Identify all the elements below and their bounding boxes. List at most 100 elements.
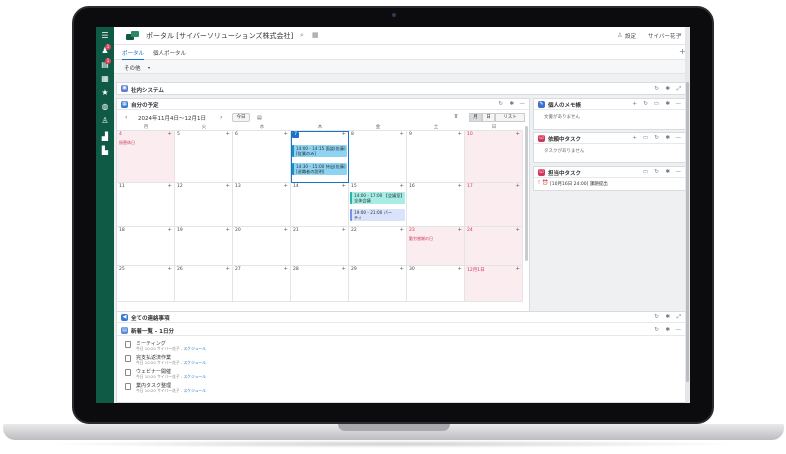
- settings-link[interactable]: 設定: [625, 32, 636, 40]
- add-icon[interactable]: +: [632, 101, 637, 107]
- add-event-icon[interactable]: +: [457, 131, 462, 138]
- add-event-icon[interactable]: +: [283, 227, 288, 234]
- day-cell[interactable]: 22 +: [349, 227, 407, 266]
- popup-icon[interactable]: ▭: [654, 101, 659, 107]
- day-cell[interactable]: 28 +: [291, 266, 349, 302]
- tab-personal-portal[interactable]: 個人ポータル: [153, 49, 186, 57]
- gear-icon[interactable]: ✱: [665, 101, 670, 107]
- next-period-icon[interactable]: ›: [220, 114, 222, 121]
- add-event-icon[interactable]: +: [225, 266, 230, 273]
- day-cell[interactable]: 9 +: [407, 131, 465, 183]
- refresh-icon[interactable]: ↻: [498, 101, 503, 107]
- page-scroll-thumb[interactable]: [686, 82, 689, 382]
- minimize-icon[interactable]: —: [676, 327, 682, 333]
- minimize-icon[interactable]: —: [676, 169, 682, 175]
- add-event-icon[interactable]: +: [515, 266, 520, 273]
- day-cell[interactable]: 29 +: [349, 266, 407, 302]
- assigned-task-item[interactable]: [10月16日 24:00] 課題提出: [550, 181, 608, 187]
- chevron-down-icon[interactable]: ▾: [679, 32, 682, 38]
- building-icon[interactable]: ▟: [100, 132, 110, 141]
- day-cell[interactable]: 10 +: [465, 131, 523, 183]
- day-cell[interactable]: 18 +: [117, 227, 175, 266]
- add-event-icon[interactable]: +: [515, 131, 520, 138]
- day-cell[interactable]: 21 +: [291, 227, 349, 266]
- add-event-icon[interactable]: +: [399, 266, 404, 273]
- expand-icon[interactable]: ⤢: [677, 314, 681, 321]
- gear-icon[interactable]: ✱: [665, 169, 670, 175]
- dropdown-chevron-icon[interactable]: ▾: [148, 65, 150, 70]
- add-event-icon[interactable]: +: [167, 183, 172, 190]
- add-event-icon[interactable]: +: [283, 183, 288, 190]
- refresh-icon[interactable]: ↻: [654, 314, 659, 320]
- add-event-icon[interactable]: +: [399, 227, 404, 234]
- gear-icon[interactable]: ✱: [665, 327, 670, 333]
- day-cell[interactable]: 30 +: [407, 266, 465, 302]
- day-cell[interactable]: 17 +: [465, 183, 523, 227]
- calendar-event[interactable]: 14:30 - 15:00 持出(佐藤) [退職者の説明]: [292, 163, 347, 176]
- print-icon[interactable]: ▤: [257, 115, 262, 121]
- add-event-icon[interactable]: +: [341, 266, 346, 273]
- day-cell[interactable]: 8 +: [349, 131, 407, 183]
- add-event-icon[interactable]: +: [225, 183, 230, 190]
- day-cell[interactable]: 12月1日 +: [465, 266, 523, 302]
- day-cell[interactable]: 27 +: [233, 266, 291, 302]
- search-icon[interactable]: ⌕: [300, 31, 304, 40]
- news-item[interactable]: ミーティング 今日 10:20 サイバー花子 - スケジュール: [125, 340, 325, 352]
- day-cell[interactable]: 16 +: [407, 183, 465, 227]
- day-cell[interactable]: 6 +: [233, 131, 291, 183]
- add-event-icon[interactable]: +: [167, 131, 172, 138]
- day-cell[interactable]: 12 +: [175, 183, 233, 227]
- add-event-icon[interactable]: +: [457, 266, 462, 273]
- add-event-icon[interactable]: +: [399, 131, 404, 138]
- today-button[interactable]: 今日: [232, 113, 250, 122]
- page-scrollbar[interactable]: [685, 27, 690, 403]
- add-event-icon[interactable]: +: [167, 227, 172, 234]
- expand-icon[interactable]: ⤢: [677, 86, 681, 93]
- tab-portal[interactable]: ポータル: [122, 49, 145, 60]
- day-cell[interactable]: 23 + 勤労感謝の日: [407, 227, 465, 266]
- add-event-icon[interactable]: +: [341, 183, 346, 190]
- add-event-icon[interactable]: +: [225, 131, 230, 138]
- add-event-icon[interactable]: +: [341, 227, 346, 234]
- minimize-icon[interactable]: —: [520, 101, 526, 107]
- popup-icon[interactable]: ▭: [643, 169, 648, 175]
- day-cell[interactable]: 15 +14:00 - 17:00 【会議室】 全体会議 19:00 - 21:00 …: [349, 183, 407, 227]
- refresh-icon[interactable]: ↻: [654, 86, 659, 92]
- minimize-icon[interactable]: —: [676, 135, 682, 141]
- add-event-icon[interactable]: +: [457, 183, 462, 190]
- calendar-event[interactable]: 14:00 - 14:15 面談(佐藤) [従業のみ]: [292, 145, 347, 158]
- refresh-icon[interactable]: ↻: [654, 327, 659, 333]
- view-day-button[interactable]: 日: [482, 113, 495, 122]
- add-event-icon[interactable]: +: [225, 227, 230, 234]
- gear-icon[interactable]: ✱: [665, 135, 670, 141]
- add-event-icon[interactable]: +: [457, 227, 462, 234]
- add-event-icon[interactable]: +: [341, 131, 346, 138]
- add-event-icon[interactable]: +: [399, 183, 404, 190]
- globe-icon[interactable]: ◍: [100, 102, 110, 111]
- menu-icon[interactable]: ☰: [100, 31, 110, 40]
- news-item[interactable]: 完支払返済作業 今日 10:20 サイバー花子 - スケジュール: [125, 354, 325, 366]
- refresh-icon[interactable]: ↻: [643, 101, 648, 107]
- news-item[interactable]: ウェビナー開催 今日 10:20 サイバー花子 - スケジュール: [125, 368, 325, 380]
- day-cell[interactable]: 7 +14:00 - 14:15 面談(佐藤) [従業のみ] 14:30 - 15:0…: [291, 131, 349, 183]
- day-cell[interactable]: 14 +: [291, 183, 349, 227]
- view-month-button[interactable]: 月: [469, 113, 482, 122]
- prev-period-icon[interactable]: ‹: [125, 114, 127, 121]
- add-event-icon[interactable]: +: [515, 227, 520, 234]
- calendar-event[interactable]: 14:00 - 17:00 【会議室】 全体会議: [350, 192, 405, 205]
- day-cell[interactable]: 24 +: [465, 227, 523, 266]
- day-cell[interactable]: 25 +: [117, 266, 175, 302]
- gear-icon[interactable]: ✱: [665, 86, 670, 92]
- refresh-icon[interactable]: ↻: [654, 135, 659, 141]
- user-menu[interactable]: サイバー花子: [648, 32, 681, 40]
- add-event-icon[interactable]: +: [283, 266, 288, 273]
- day-cell[interactable]: 5 +: [175, 131, 233, 183]
- add-event-icon[interactable]: +: [515, 183, 520, 190]
- add-icon[interactable]: +: [632, 135, 637, 141]
- calendar-scrollbar[interactable]: [525, 126, 528, 261]
- day-cell[interactable]: 20 +: [233, 227, 291, 266]
- star-icon[interactable]: ★: [100, 88, 110, 97]
- gear-icon[interactable]: ✱: [509, 101, 514, 107]
- gear-icon[interactable]: ✱: [665, 314, 670, 320]
- minimize-icon[interactable]: —: [676, 101, 682, 107]
